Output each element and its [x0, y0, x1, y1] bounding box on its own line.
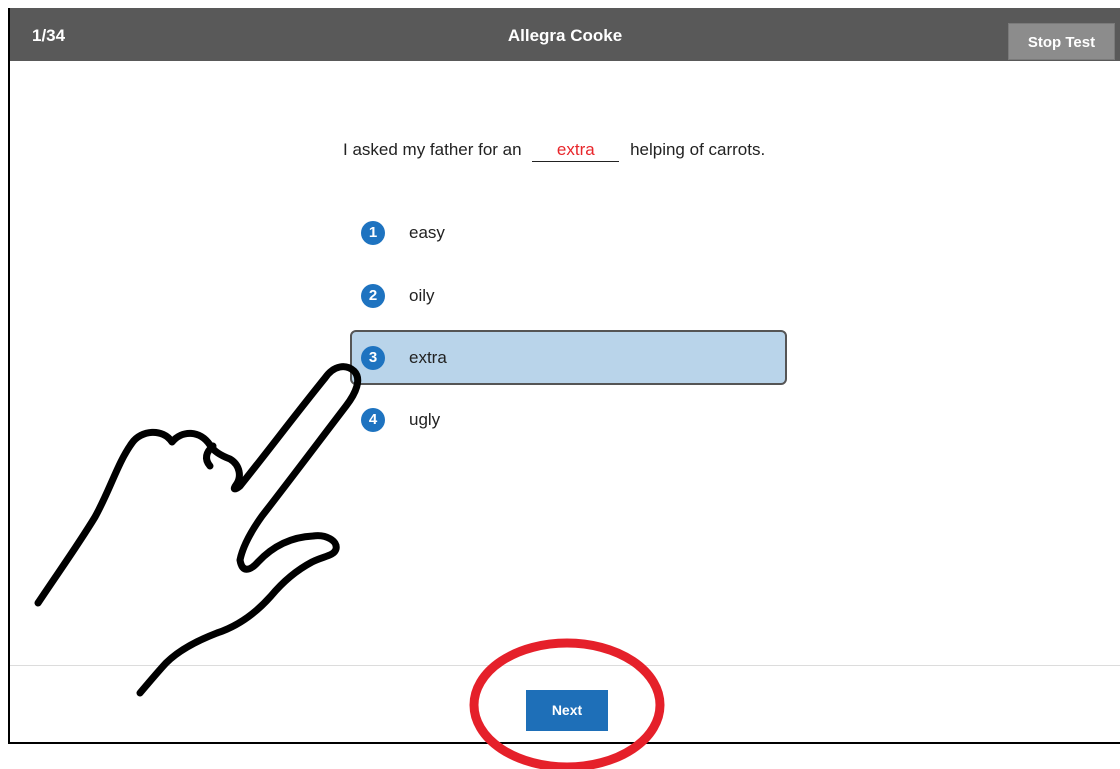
option-label: ugly [409, 410, 441, 429]
answer-option-3[interactable]: 3 extra [350, 330, 787, 385]
option-number-badge: 1 [361, 221, 385, 245]
next-button[interactable]: Next [526, 690, 608, 731]
answer-option-2[interactable]: 2 oily [350, 268, 787, 323]
option-number-badge: 3 [361, 346, 385, 370]
option-number-badge: 4 [361, 408, 385, 432]
answer-option-1[interactable]: 1 easy [350, 205, 787, 260]
question-sentence: I asked my father for an extra helping o… [343, 139, 765, 162]
student-name: Allegra Cooke [507, 26, 623, 45]
option-number-badge: 2 [361, 284, 385, 308]
option-label: easy [409, 223, 445, 242]
test-header-bar: 1/34 Allegra Cooke Stop Test [10, 8, 1120, 61]
sentence-end: helping of carrots. [630, 140, 766, 159]
answer-blank: extra [532, 139, 620, 162]
sentence-start: I asked my father for an [343, 140, 522, 159]
answer-option-4[interactable]: 4 ugly [350, 392, 787, 447]
option-label: oily [409, 286, 435, 305]
option-label: extra [409, 348, 447, 367]
stop-test-button[interactable]: Stop Test [1008, 23, 1115, 60]
footer-divider [10, 665, 1120, 666]
